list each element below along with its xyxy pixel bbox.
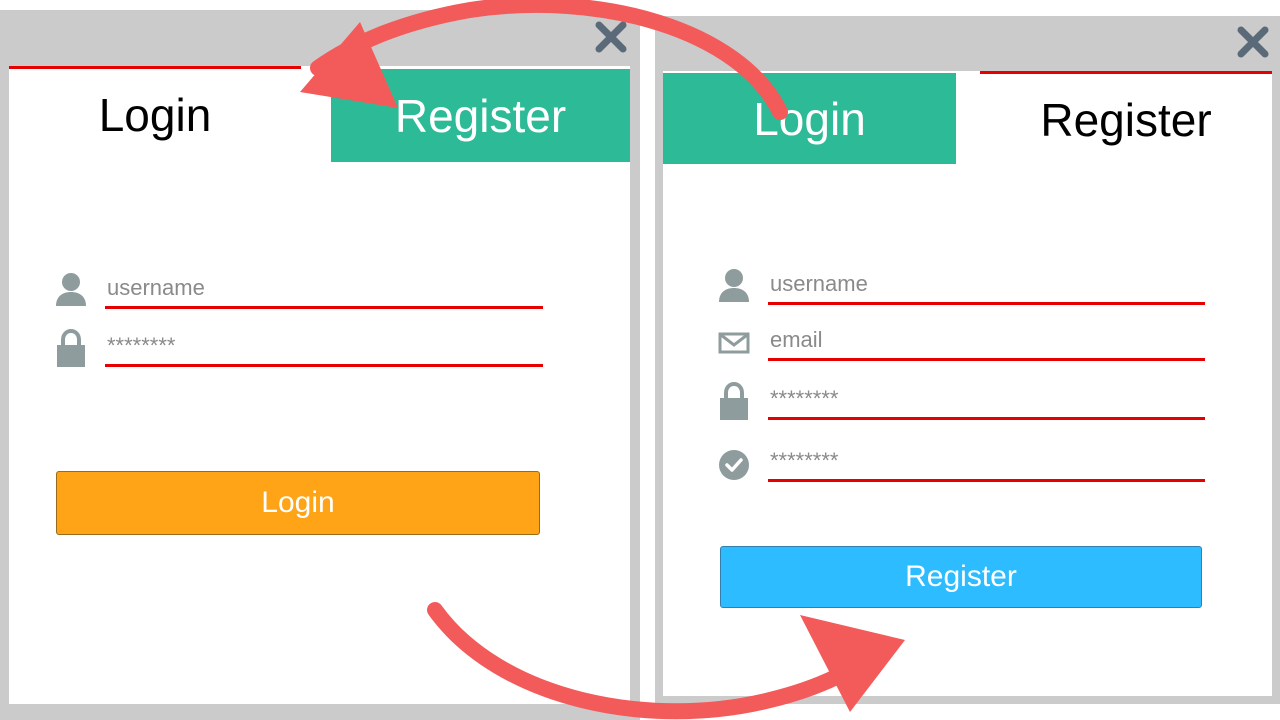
tab-register[interactable]: Register bbox=[331, 69, 630, 162]
register-button[interactable]: Register bbox=[720, 546, 1202, 608]
username-input[interactable] bbox=[768, 266, 1205, 305]
password-input[interactable] bbox=[105, 328, 543, 367]
password-input[interactable] bbox=[768, 381, 1205, 420]
login-button[interactable]: Login bbox=[56, 471, 540, 535]
lock-icon bbox=[57, 328, 85, 367]
tab-register-label: Register bbox=[1040, 93, 1212, 146]
register-window: Login Register username email Register bbox=[655, 16, 1280, 704]
email-field bbox=[718, 322, 1218, 362]
tab-register-label: Register bbox=[394, 89, 567, 142]
confirm-password-field bbox=[718, 443, 1218, 483]
lock-icon bbox=[720, 381, 748, 420]
email-input[interactable] bbox=[768, 322, 1205, 361]
tab-login-label: Login bbox=[98, 88, 212, 141]
tab-register[interactable]: Register bbox=[980, 71, 1272, 165]
password-field bbox=[718, 381, 1218, 421]
password-field bbox=[55, 328, 555, 368]
username-input[interactable] bbox=[105, 270, 543, 309]
username-field bbox=[55, 270, 555, 310]
screenshot-stage: Login Register Login bbox=[0, 0, 1280, 720]
user-icon bbox=[56, 273, 86, 306]
login-button-label: Login bbox=[261, 486, 335, 519]
confirm-password-input[interactable] bbox=[768, 443, 1205, 482]
tab-login[interactable]: Login bbox=[9, 66, 301, 160]
register-button-label: Register bbox=[905, 560, 1017, 593]
tab-login[interactable]: Login bbox=[663, 73, 956, 164]
register-panel: Login Register username email Register bbox=[663, 71, 1272, 696]
username-field bbox=[718, 266, 1218, 306]
login-panel: Login Register Login bbox=[9, 66, 630, 704]
close-icon[interactable] bbox=[594, 20, 628, 54]
tab-login-label: Login bbox=[753, 92, 866, 145]
close-icon[interactable] bbox=[1236, 25, 1270, 59]
user-icon bbox=[719, 269, 749, 302]
check-circle-icon bbox=[719, 450, 749, 480]
mail-icon bbox=[718, 332, 750, 354]
login-window: Login Register Login bbox=[0, 10, 640, 720]
